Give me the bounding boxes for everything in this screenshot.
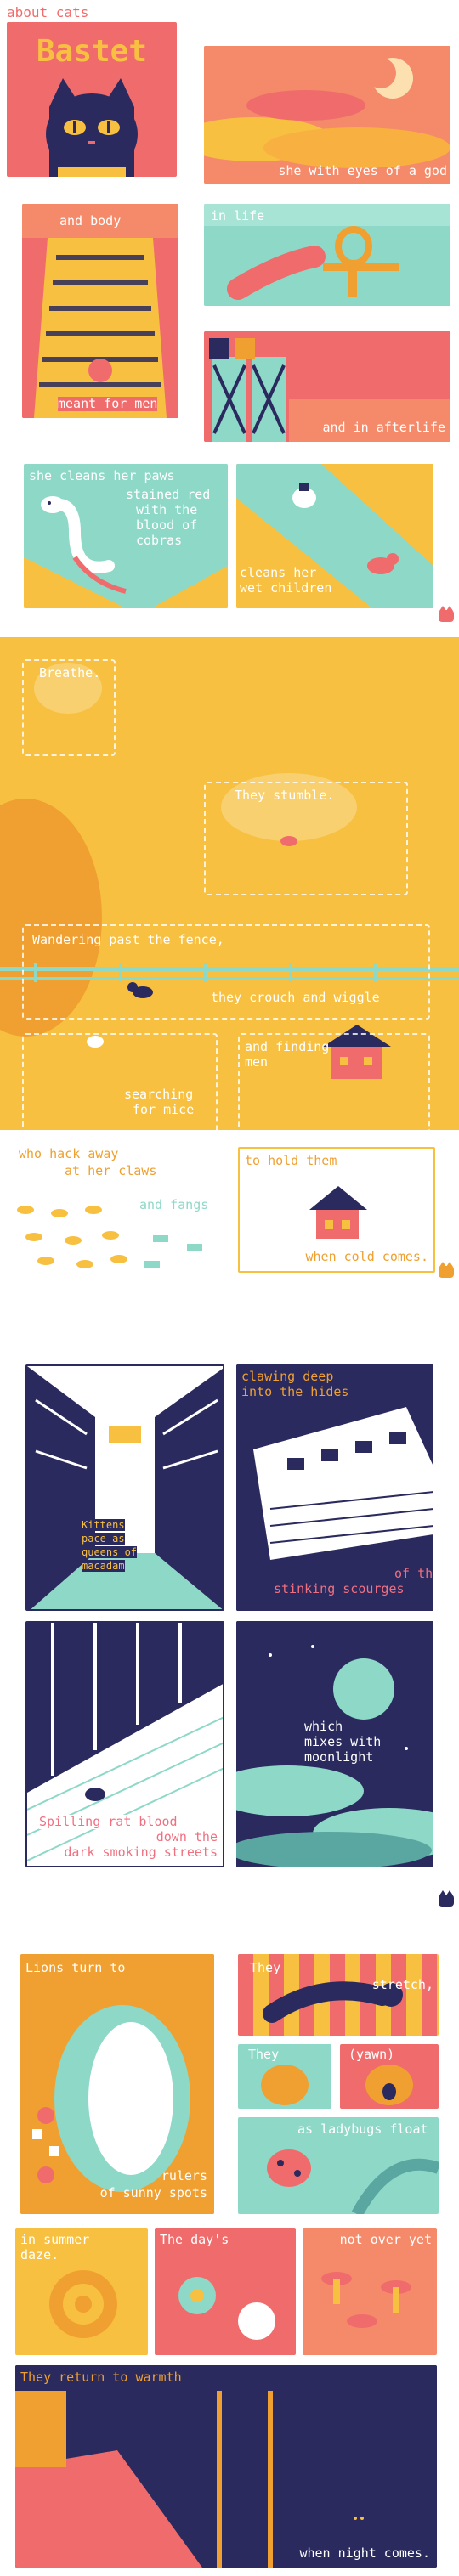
night-room-illustration [15, 2365, 437, 2568]
section-claws: who hack away at her claws and fangs to … [0, 1142, 459, 1283]
caption: with the [136, 502, 198, 517]
caption: men [245, 1054, 269, 1070]
caption: (yawn) [348, 2047, 395, 2062]
panel-rooftops: clawing deep into the hides of the stink… [236, 1364, 434, 1611]
panel-ankh: in life [204, 204, 450, 306]
panel-moonlight: which mixes with moonlight [236, 1621, 434, 1867]
panel-cloudy: not over yet [303, 2228, 437, 2355]
caption: as ladybugs float [298, 2121, 428, 2137]
caption: Spilling rat blood [39, 1814, 178, 1829]
panel-flowers: The day's [155, 2228, 296, 2355]
caption: searching [124, 1087, 194, 1102]
panel-rose: in summer daze. [15, 2228, 148, 2355]
caption: dark smoking streets [64, 1844, 218, 1860]
caption: They [248, 2047, 280, 2062]
caption: daze. [20, 2247, 60, 2262]
caption: meant for men [58, 396, 158, 411]
panel-sky: she with eyes of a god [204, 46, 450, 184]
panel-alley: Kittens pace as queens of macadam [26, 1364, 224, 1611]
section-summer: Lions turn to rulers of sunny spots They… [0, 1946, 459, 2576]
caption: they crouch and wiggle [211, 990, 380, 1005]
caption: when cold comes. [305, 1249, 429, 1264]
caption: They stumble. [235, 788, 335, 803]
section-wandering: Breathe. They stumble. Wandering past th… [0, 637, 459, 1133]
caption: she with eyes of a god [278, 163, 447, 178]
caption: and in afterlife [322, 420, 446, 435]
panel-frame [22, 1033, 218, 1133]
panel-ladybugs: as ladybugs float [238, 2117, 439, 2214]
panel-lion: Lions turn to rulers of sunny spots [20, 1954, 214, 2214]
caption: stretch, [371, 1977, 434, 1992]
caption: pace as [82, 1533, 125, 1545]
caption: stained red [126, 487, 211, 502]
caption: The day's [160, 2232, 230, 2247]
caption: not over yet [339, 2232, 432, 2247]
woven-dress-illustration [22, 204, 178, 418]
section-city: Kittens pace as queens of macadam clawin… [0, 1351, 459, 1929]
caption: macadam [82, 1560, 125, 1572]
cat-badge-icon [439, 606, 454, 622]
caption: blood of [136, 517, 198, 533]
caption: down the [156, 1829, 218, 1844]
cat-badge-icon [439, 1262, 454, 1278]
caption: cleans her [240, 565, 317, 580]
section-bastet: about cats Bastet she with eyes of a god [0, 0, 459, 629]
alley-illustration [27, 1366, 223, 1609]
panel-stretch: They stretch, [238, 1954, 439, 2036]
panel-cottage: to hold them when cold comes. [238, 1147, 435, 1273]
caption: They [250, 1960, 281, 1975]
cobra-illustration [24, 464, 228, 608]
caption: for mice [133, 1102, 195, 1117]
panel-afterlife: and in afterlife [204, 331, 450, 442]
caption: Breathe. [39, 665, 101, 681]
caption: Lions turn to [26, 1960, 126, 1975]
caption: she cleans her paws [29, 468, 175, 483]
caption: rulers [161, 2168, 207, 2183]
caption: to hold them [245, 1153, 337, 1168]
caption: Kittens [82, 1519, 125, 1531]
caption: clawing deep [241, 1369, 334, 1384]
caption: queens of [82, 1546, 138, 1558]
caption: mixes with [304, 1734, 382, 1749]
caption: in summer [20, 2232, 90, 2247]
caption: which [304, 1719, 343, 1734]
panel-children: cleans her wet children [236, 464, 434, 608]
panel-street: Spilling rat blood down the dark smoking… [26, 1621, 224, 1867]
cat-badge-icon [439, 1890, 454, 1907]
panel-yawn-right: (yawn) [340, 2044, 439, 2109]
caption: of sunny spots [99, 2185, 207, 2200]
panel-bastet: Bastet [7, 22, 177, 177]
caption: and finding [245, 1039, 330, 1054]
section-header: about cats [7, 4, 89, 20]
panel-night-room: They return to warmth when night comes. [15, 2365, 437, 2568]
caption: and body [60, 213, 122, 229]
caption: Wandering past the fence, [32, 932, 224, 947]
caption: cobras [136, 533, 183, 548]
panel-yawn-left: They [238, 2044, 332, 2109]
caption: wet children [240, 580, 332, 596]
caption: stinking scourges [274, 1581, 405, 1596]
panel-body: and body meant for men [22, 204, 178, 418]
caption: in life [211, 208, 265, 223]
caption: when night comes. [299, 2545, 430, 2561]
caption: into the hides [241, 1384, 349, 1399]
caption: moonlight [304, 1749, 374, 1765]
caption: They return to warmth [20, 2370, 182, 2385]
claws-illustration [17, 1206, 202, 1268]
cat-face-illustration [46, 78, 138, 177]
panel-cobras: she cleans her paws stained red with the… [24, 464, 228, 608]
caption: of the [394, 1566, 434, 1581]
